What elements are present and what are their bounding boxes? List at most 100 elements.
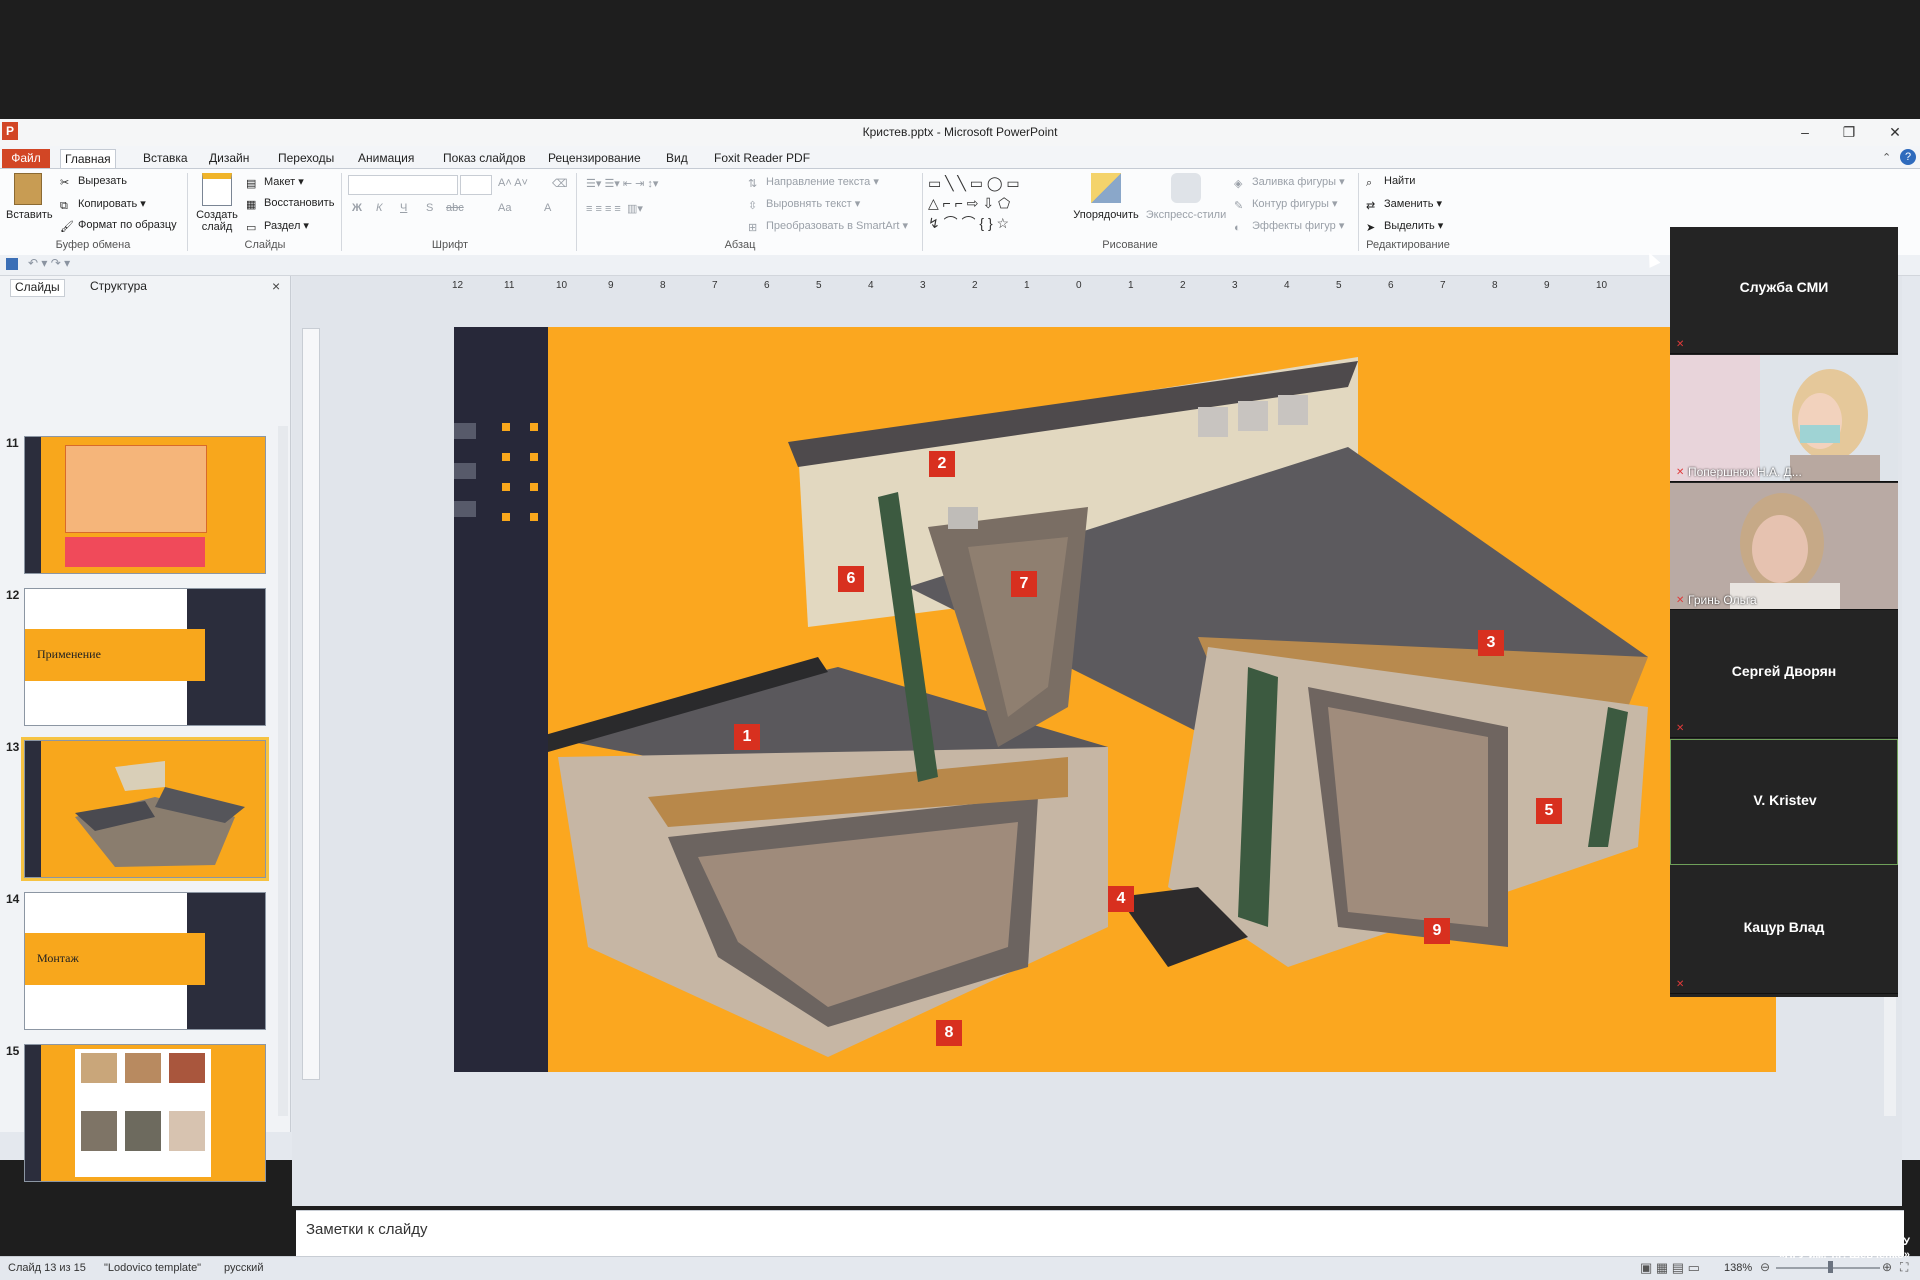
help-icon[interactable]: ?: [1900, 149, 1916, 165]
tab-slides[interactable]: Слайды: [10, 279, 65, 297]
bullets-icon[interactable]: ☰▾ ☰▾ ⇤ ⇥ ↕▾: [586, 177, 658, 190]
bold-button[interactable]: Ж: [352, 202, 362, 214]
slide-number: 15: [6, 1044, 20, 1058]
minimize-icon[interactable]: –: [1794, 123, 1816, 141]
slide-thumbnail-13[interactable]: [21, 737, 269, 881]
shapes-gallery[interactable]: ▭ ╲ ╲ ▭ ◯ ▭ △ ⌐ ⌐ ⇨ ⇩ ⬠ ↯ ⌒ ⌒ { } ☆: [928, 173, 1060, 233]
tab-design[interactable]: Дизайн: [205, 149, 253, 168]
slide-thumbnail-11[interactable]: [24, 436, 266, 574]
select-button[interactable]: ➤ Выделить ▾: [1366, 219, 1443, 234]
paste-button[interactable]: Вставить: [6, 171, 53, 233]
group-separator: [922, 173, 923, 251]
tab-outline[interactable]: Структура: [86, 279, 151, 295]
layout-button[interactable]: ▤ Макет ▾: [246, 175, 304, 190]
muted-mic-icon: ✕: [1676, 467, 1685, 478]
participant-tile[interactable]: Сергей Дворян ✕: [1670, 611, 1898, 738]
zoom-in-icon[interactable]: ⊕: [1882, 1260, 1892, 1274]
cut-button[interactable]: ✂ Вырезать: [60, 175, 127, 189]
ruler-tick-label: 8: [1492, 280, 1498, 291]
group-label-drawing: Рисование: [1102, 239, 1158, 251]
thumbnails-scrollbar[interactable]: [278, 426, 288, 1116]
shadow-button[interactable]: S: [426, 202, 433, 214]
shape-outline-button[interactable]: ✎ Контур фигуры ▾: [1234, 197, 1338, 212]
status-theme: "Lodovico template": [104, 1262, 202, 1274]
group-label-clipboard: Буфер обмена: [55, 239, 131, 251]
tab-home[interactable]: Главная: [60, 149, 116, 169]
tab-foxit[interactable]: Foxit Reader PDF: [710, 149, 814, 168]
shape-fill-button[interactable]: ◈ Заливка фигуры ▾: [1234, 175, 1345, 190]
group-separator: [1358, 173, 1359, 251]
format-painter-button[interactable]: 🖌 Формат по образцу: [60, 219, 177, 233]
save-icon[interactable]: [6, 258, 18, 270]
ruler-tick-label: 10: [1596, 280, 1608, 291]
ruler-tick-label: 0: [1076, 280, 1082, 291]
zoom-level[interactable]: 138%: [1724, 1262, 1752, 1274]
restore-icon[interactable]: ❐: [1838, 123, 1860, 141]
font-color-button[interactable]: A: [544, 202, 551, 214]
participant-tile-video[interactable]: Гринь Ольга ✕: [1670, 483, 1898, 610]
zoom-slider-thumb[interactable]: [1828, 1261, 1833, 1273]
undo-icon[interactable]: ↶ ▾ ↷ ▾: [28, 256, 70, 270]
new-slide-button[interactable]: Создать слайд: [194, 171, 240, 235]
tab-insert[interactable]: Вставка: [139, 149, 192, 168]
grow-font-icon[interactable]: A˄ A˅: [498, 177, 528, 189]
section-icon: ▭: [246, 222, 257, 234]
align-text-button[interactable]: ⇳ Выровнять текст ▾: [748, 197, 860, 212]
slide-label-4: 4: [1108, 886, 1134, 912]
participant-tile[interactable]: Служба СМИ ✕: [1670, 227, 1898, 354]
find-button[interactable]: ⌕ Найти: [1366, 175, 1415, 189]
ruler-tick-label: 4: [1284, 280, 1290, 291]
arrange-button[interactable]: Упорядочить: [1068, 171, 1144, 237]
quick-styles-button[interactable]: Экспресс-стили: [1144, 171, 1228, 237]
ruler-tick-label: 9: [608, 280, 614, 291]
ruler-tick-label: 7: [712, 280, 718, 291]
ruler-tick-label: 6: [1388, 280, 1394, 291]
fit-to-window-icon[interactable]: ⛶: [1900, 1260, 1908, 1275]
font-size-combo[interactable]: [460, 175, 492, 195]
change-case-button[interactable]: Aa: [498, 202, 511, 214]
view-buttons[interactable]: ▣ ▦ ▤ ▭: [1640, 1260, 1700, 1276]
close-panel-icon[interactable]: ×: [272, 278, 280, 294]
smartart-button[interactable]: ⊞ Преобразовать в SmartArt ▾: [748, 219, 908, 234]
ruler-tick-label: 2: [1180, 280, 1186, 291]
ruler-tick-label: 12: [452, 280, 464, 291]
zoom-out-icon[interactable]: ⊖: [1760, 1260, 1770, 1274]
select-cursor-icon: ➤: [1366, 222, 1376, 234]
tab-file[interactable]: Файл: [2, 149, 50, 168]
clear-format-icon[interactable]: ⌫: [552, 177, 568, 190]
vertical-ruler: [302, 328, 320, 1080]
slide-thumbnail-12[interactable]: Применение: [24, 588, 266, 726]
tab-view[interactable]: Вид: [662, 149, 692, 168]
reset-button[interactable]: ▦ Восстановить: [246, 197, 334, 211]
ruler-tick-label: 8: [660, 280, 666, 291]
status-language: русский: [224, 1262, 264, 1274]
text-direction-button[interactable]: ⇅ Направление текста ▾: [748, 175, 879, 190]
strikethrough-button[interactable]: abc: [446, 202, 464, 214]
tab-slideshow[interactable]: Показ слайдов: [439, 149, 530, 168]
italic-button[interactable]: К: [376, 202, 382, 214]
shape-effects-button[interactable]: ◐ Эффекты фигур ▾: [1234, 219, 1344, 234]
slide-thumbnail-14[interactable]: Монтаж: [24, 892, 266, 1030]
participant-tile-video[interactable]: Попершнюк Н.А. Д... ✕: [1670, 355, 1898, 482]
slide-thumbnail-15[interactable]: [24, 1044, 266, 1182]
participant-name: V. Kristev: [1753, 792, 1817, 808]
ruler-tick-label: 3: [920, 280, 926, 291]
copy-button[interactable]: ⧉ Копировать ▾: [60, 197, 146, 212]
minimize-ribbon-icon[interactable]: ⌃: [1882, 151, 1891, 164]
font-name-combo[interactable]: [348, 175, 458, 195]
participant-tile-active[interactable]: V. Kristev: [1670, 739, 1898, 865]
tab-transitions[interactable]: Переходы: [274, 149, 338, 168]
section-button[interactable]: ▭ Раздел ▾: [246, 219, 309, 234]
align-icons[interactable]: ≡ ≡ ≡ ≡ ▥▾: [586, 202, 643, 215]
replace-button[interactable]: ⇄ Заменить ▾: [1366, 197, 1442, 212]
participant-tile[interactable]: Кацур Влад ✕: [1670, 867, 1898, 994]
arrange-icon: [1091, 173, 1121, 203]
close-icon[interactable]: ✕: [1884, 123, 1906, 141]
tab-review[interactable]: Рецензирование: [544, 149, 645, 168]
layout-icon: ▤: [246, 178, 257, 190]
notes-pane[interactable]: Заметки к слайду: [296, 1210, 1904, 1256]
muted-mic-icon: ✕: [1676, 595, 1685, 606]
underline-button[interactable]: Ч: [400, 202, 407, 214]
status-bar: Слайд 13 из 15 "Lodovico template" русск…: [0, 1256, 1920, 1280]
tab-animations[interactable]: Анимация: [354, 149, 418, 168]
